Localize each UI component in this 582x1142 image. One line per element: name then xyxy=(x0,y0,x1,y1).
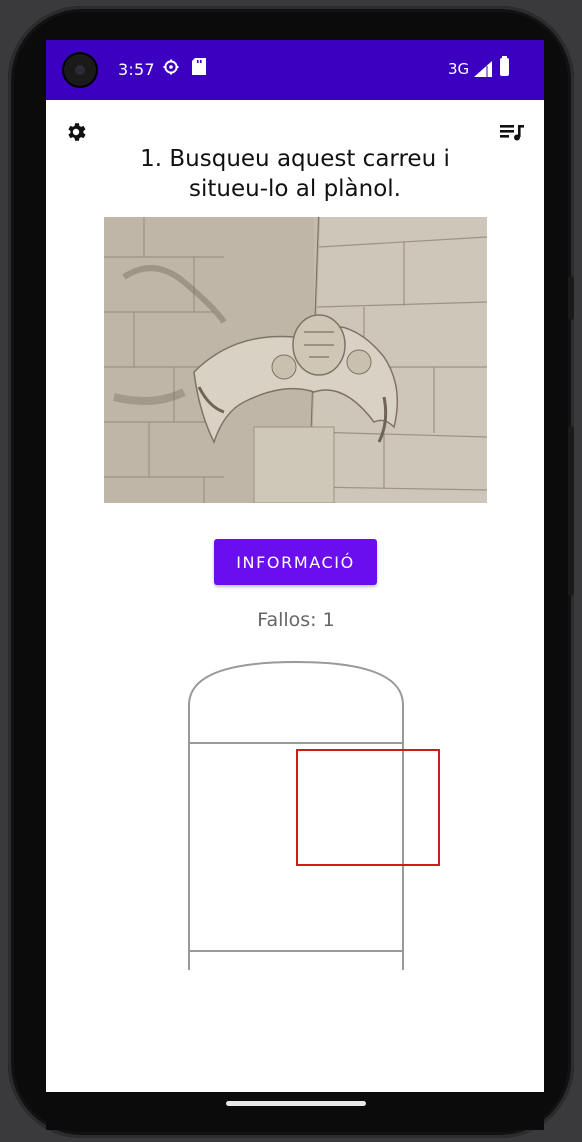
page-title: 1. Busqueu aquest carreu i situeu-lo al … xyxy=(140,146,450,202)
errors-counter: Fallos: 1 xyxy=(257,609,335,631)
battery-icon xyxy=(500,56,509,76)
signal-icon xyxy=(474,61,492,81)
home-gesture-handle[interactable] xyxy=(226,1101,366,1106)
photo-coat-of-arms xyxy=(104,217,487,503)
selection-marker xyxy=(296,749,440,866)
status-bar: 3:57 3G xyxy=(46,40,544,100)
power-button xyxy=(568,276,574,320)
network-type: 3G xyxy=(448,60,470,78)
navigation-bar xyxy=(46,1092,544,1130)
volume-button xyxy=(568,426,574,596)
app-screen: 3:57 3G 1. Busqueu aquest carreu i situe… xyxy=(46,40,544,1092)
sd-card-icon xyxy=(192,58,206,80)
settings-status-icon xyxy=(162,58,180,81)
gear-icon[interactable] xyxy=(64,120,88,144)
status-time: 3:57 xyxy=(118,60,155,79)
front-camera xyxy=(64,54,96,86)
floor-plan[interactable] xyxy=(46,650,544,970)
information-button[interactable]: INFORMACIÓ xyxy=(214,539,377,585)
playlist-icon[interactable] xyxy=(500,120,526,144)
